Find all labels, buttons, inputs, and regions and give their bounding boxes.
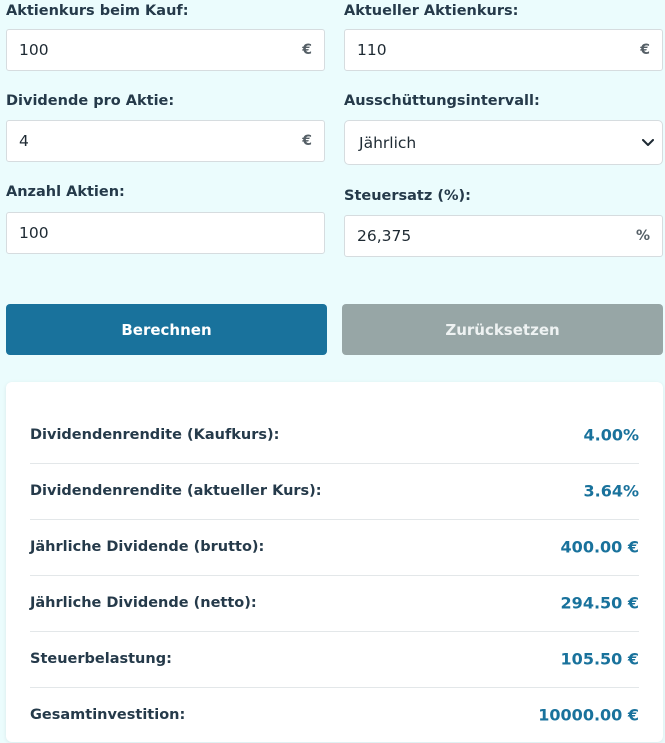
result-label: Jährliche Dividende (netto): [30,595,257,611]
dividend-per-share-label: Dividende pro Aktie: [6,93,175,109]
dividend-per-share-field[interactable]: € [6,120,325,162]
payout-interval-value: Jährlich [359,133,417,152]
result-row-yield-current: Dividendenrendite (aktueller Kurs): 3.64… [30,463,639,520]
result-label: Dividendenrendite (aktueller Kurs): [30,483,322,499]
purchase-price-label: Aktienkurs beim Kauf: [6,3,189,19]
tax-rate-input[interactable] [345,216,662,256]
result-value: 3.64% [583,481,639,501]
percent-unit: % [635,228,650,244]
result-value: 400.00 € [560,537,639,557]
result-row-gross-dividend: Jährliche Dividende (brutto): 400.00 € [30,519,639,576]
purchase-price-input[interactable] [7,30,324,70]
payout-interval-label: Ausschüttungsintervall: [344,93,540,109]
result-row-net-dividend: Jährliche Dividende (netto): 294.50 € [30,575,639,632]
results-panel: Dividendenrendite (Kaufkurs): 4.00% Divi… [6,382,663,742]
result-value: 10000.00 € [538,705,639,725]
current-price-input[interactable] [345,30,662,70]
result-label: Jährliche Dividende (brutto): [30,539,265,555]
reset-button[interactable]: Zurücksetzen [342,304,663,355]
dividend-per-share-input[interactable] [7,121,324,161]
result-value: 294.50 € [560,593,639,613]
result-value: 105.50 € [560,649,639,669]
purchase-price-field[interactable]: € [6,29,325,71]
calculate-button[interactable]: Berechnen [6,304,327,355]
result-value: 4.00% [583,425,639,445]
share-count-input[interactable] [7,213,324,253]
euro-unit: € [640,42,650,58]
share-count-label: Anzahl Aktien: [6,184,125,200]
tax-rate-label: Steuersatz (%): [344,188,471,204]
result-label: Dividendenrendite (Kaufkurs): [30,427,280,443]
result-label: Gesamtinvestition: [30,707,186,723]
payout-interval-select[interactable]: Jährlich [344,120,663,165]
result-row-total-investment: Gesamtinvestition: 10000.00 € [30,687,639,743]
current-price-label: Aktueller Aktienkurs: [344,3,519,19]
euro-unit: € [302,133,312,149]
result-row-tax-burden: Steuerbelastung: 105.50 € [30,631,639,688]
result-label: Steuerbelastung: [30,651,172,667]
current-price-field[interactable]: € [344,29,663,71]
result-row-yield-purchase: Dividendenrendite (Kaufkurs): 4.00% [30,407,639,464]
share-count-field[interactable] [6,212,325,254]
chevron-down-icon [642,138,654,146]
euro-unit: € [302,42,312,58]
tax-rate-field[interactable]: % [344,215,663,257]
